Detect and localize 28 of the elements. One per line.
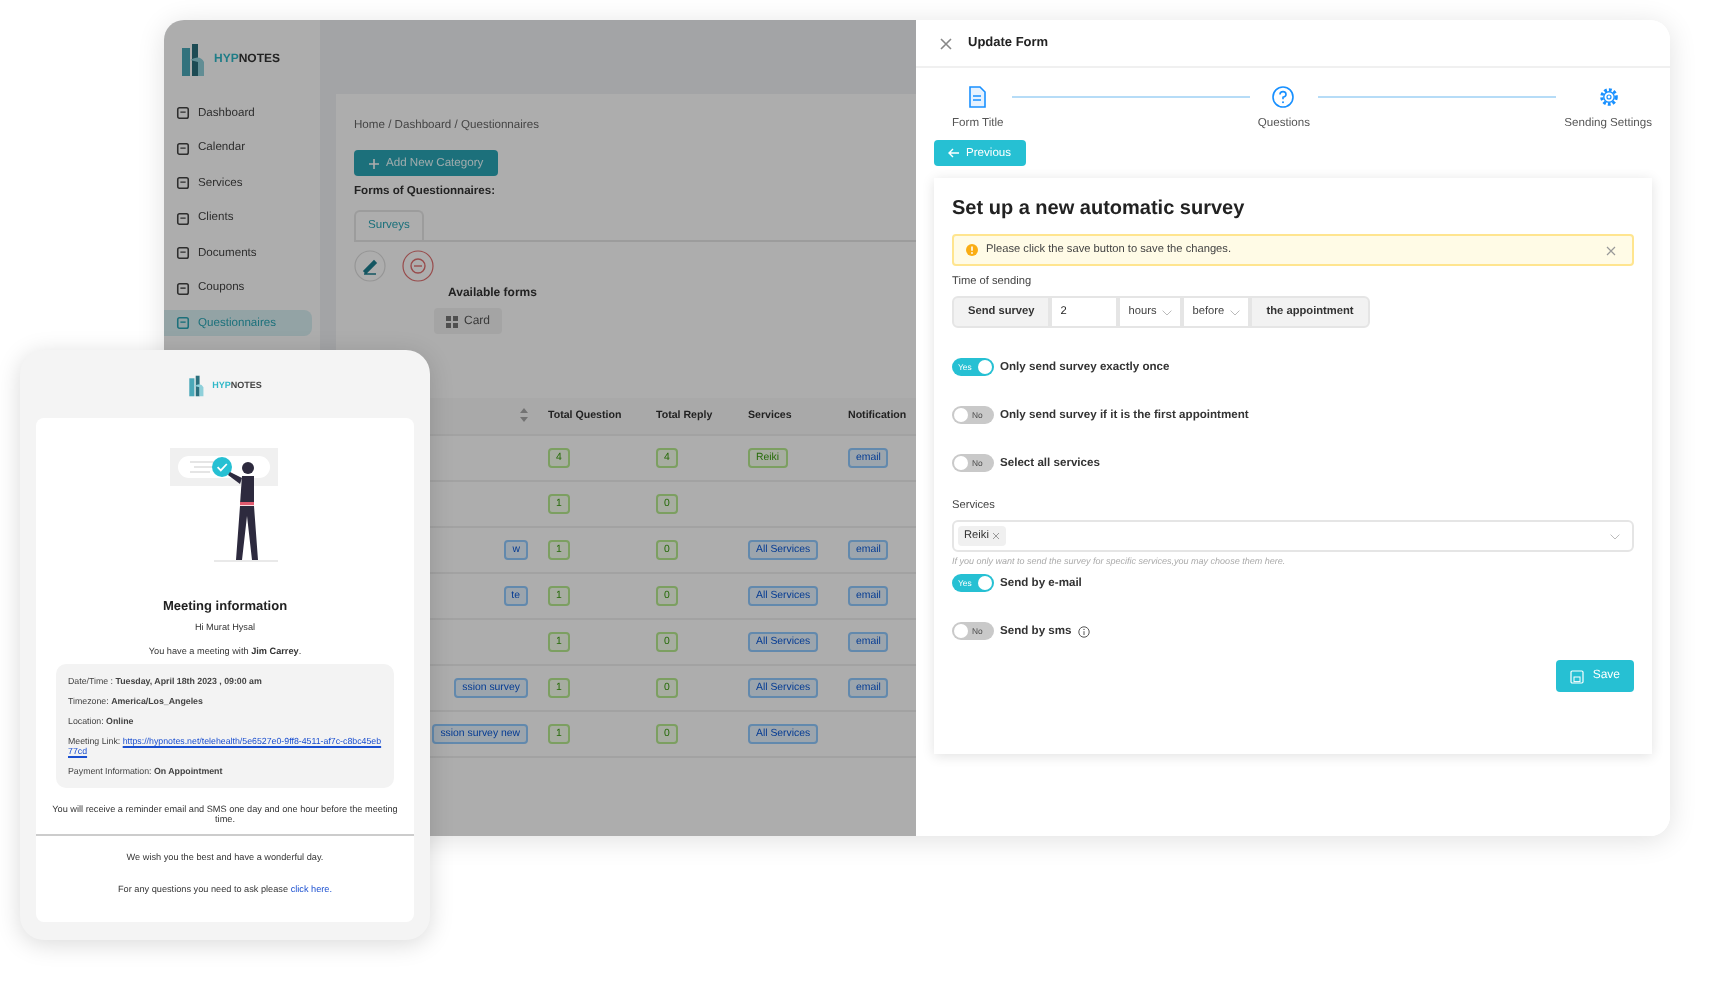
logo-icon (188, 373, 207, 397)
remove-icon[interactable] (992, 532, 1001, 540)
save-icon (1570, 669, 1585, 683)
person-illustration (170, 448, 280, 564)
menu-item-icon (176, 141, 190, 155)
warning-icon (966, 244, 978, 256)
logo-icon (180, 42, 208, 78)
sort-icon[interactable] (520, 407, 528, 421)
arrow-left-icon (948, 148, 960, 158)
remove-icon[interactable] (402, 250, 434, 282)
grid-icon (446, 315, 458, 327)
gear-icon[interactable] (1597, 86, 1620, 108)
menu-item-icon (176, 281, 190, 295)
menu-item-icon (176, 316, 190, 330)
card-title: Set up a new automatic survey (952, 198, 1247, 220)
close-icon[interactable] (940, 37, 952, 49)
edit-icon[interactable] (354, 250, 386, 282)
plus-icon (368, 157, 380, 169)
menu-item-icon (176, 211, 190, 225)
chevron-down-icon (1230, 309, 1241, 315)
document-icon[interactable] (968, 86, 987, 108)
chevron-down-icon (1610, 533, 1620, 539)
menu-item-icon (176, 176, 190, 190)
menu-item-icon (176, 246, 190, 260)
close-icon[interactable] (1606, 245, 1616, 255)
menu-item-icon (176, 106, 190, 120)
question-icon[interactable] (1272, 86, 1295, 108)
chevron-down-icon (1162, 309, 1173, 315)
